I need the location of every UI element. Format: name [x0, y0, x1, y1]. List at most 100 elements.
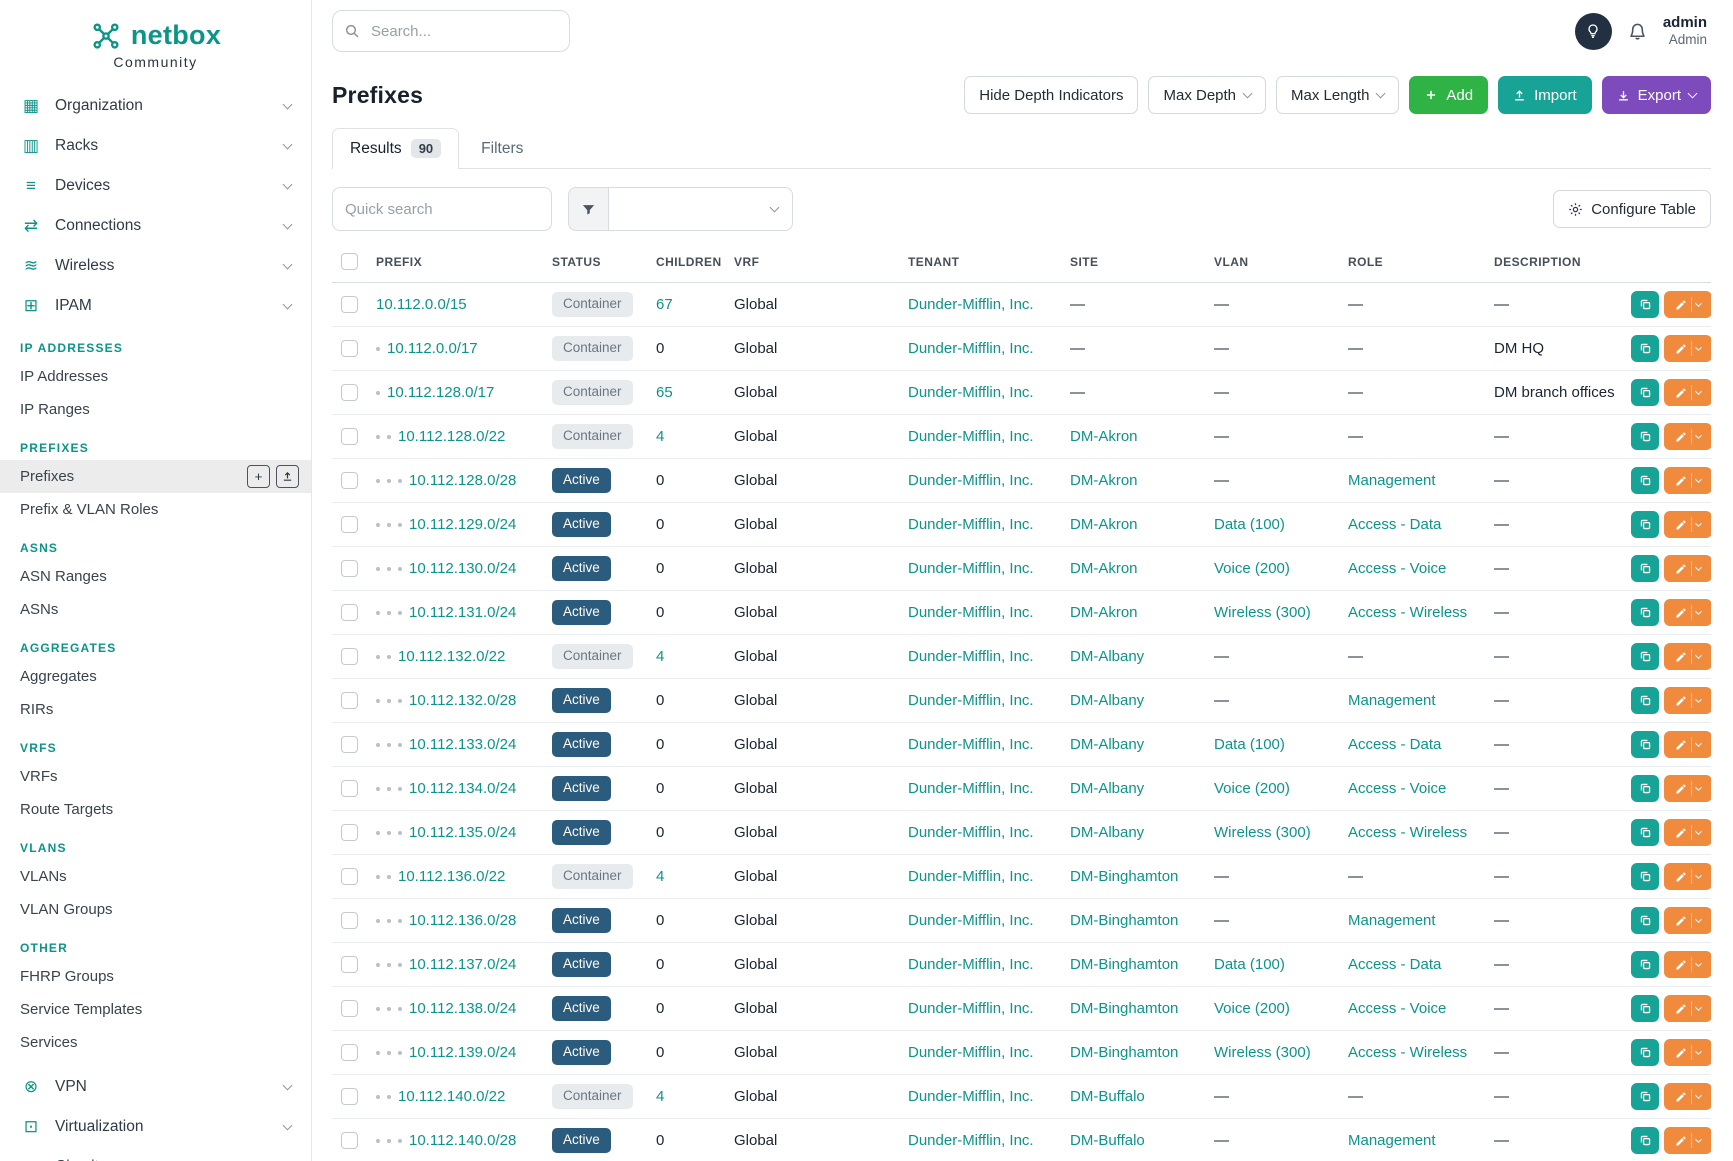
column-header-prefix[interactable]: PREFIX [372, 243, 548, 283]
children-count-link[interactable]: 65 [656, 384, 673, 401]
tenant-link[interactable]: Dunder-Mifflin, Inc. [908, 604, 1034, 621]
row-checkbox[interactable] [341, 692, 358, 709]
edit-button[interactable] [1664, 775, 1711, 802]
tab-filters[interactable]: Filters [463, 128, 541, 169]
sidebar-item-vrfs[interactable]: VRFs [0, 760, 311, 793]
sidebar-item-service-templates[interactable]: Service Templates [0, 993, 311, 1026]
tenant-link[interactable]: Dunder-Mifflin, Inc. [908, 1000, 1034, 1017]
role-link[interactable]: Access - Wireless [1348, 1044, 1467, 1061]
edit-button[interactable] [1664, 511, 1711, 538]
sidebar-item-route-targets[interactable]: Route Targets [0, 793, 311, 826]
children-count-link[interactable]: 4 [656, 428, 664, 445]
tenant-link[interactable]: Dunder-Mifflin, Inc. [908, 956, 1034, 973]
tenant-link[interactable]: Dunder-Mifflin, Inc. [908, 780, 1034, 797]
role-link[interactable]: Access - Voice [1348, 1000, 1446, 1017]
sidebar-item-vlans[interactable]: VLANs [0, 860, 311, 893]
clone-button[interactable] [1631, 511, 1659, 538]
site-link[interactable]: DM-Buffalo [1070, 1088, 1145, 1105]
tenant-link[interactable]: Dunder-Mifflin, Inc. [908, 296, 1034, 313]
site-link[interactable]: DM-Albany [1070, 780, 1144, 797]
tenant-link[interactable]: Dunder-Mifflin, Inc. [908, 868, 1034, 885]
site-link[interactable]: DM-Akron [1070, 604, 1138, 621]
theme-toggle-button[interactable] [1575, 13, 1612, 50]
row-checkbox[interactable] [341, 824, 358, 841]
tenant-link[interactable]: Dunder-Mifflin, Inc. [908, 560, 1034, 577]
edit-button[interactable] [1664, 687, 1711, 714]
role-link[interactable]: Access - Voice [1348, 780, 1446, 797]
row-checkbox[interactable] [341, 516, 358, 533]
prefix-link[interactable]: 10.112.139.0/24 [409, 1044, 516, 1061]
clone-button[interactable] [1631, 379, 1659, 406]
global-search-input[interactable] [332, 10, 570, 52]
clone-button[interactable] [1631, 643, 1659, 670]
row-checkbox[interactable] [341, 1000, 358, 1017]
row-checkbox[interactable] [341, 868, 358, 885]
sidebar-item-prefixes[interactable]: Prefixes+ [0, 460, 311, 493]
tenant-link[interactable]: Dunder-Mifflin, Inc. [908, 428, 1034, 445]
prefix-link[interactable]: 10.112.140.0/28 [409, 1132, 516, 1149]
row-checkbox[interactable] [341, 780, 358, 797]
tenant-link[interactable]: Dunder-Mifflin, Inc. [908, 736, 1034, 753]
clone-button[interactable] [1631, 819, 1659, 846]
add-prefix-quick-button[interactable]: + [247, 465, 270, 488]
prefix-link[interactable]: 10.112.137.0/24 [409, 956, 516, 973]
column-header-vrf[interactable]: VRF [730, 243, 904, 283]
edit-button[interactable] [1664, 643, 1711, 670]
clone-button[interactable] [1631, 995, 1659, 1022]
prefix-link[interactable]: 10.112.0.0/15 [376, 296, 467, 313]
brand[interactable]: netbox Community [0, 12, 311, 80]
edit-button[interactable] [1664, 951, 1711, 978]
prefix-link[interactable]: 10.112.0.0/17 [387, 340, 478, 357]
add-button[interactable]: Add [1409, 76, 1488, 114]
children-count-link[interactable]: 4 [656, 868, 664, 885]
tenant-link[interactable]: Dunder-Mifflin, Inc. [908, 824, 1034, 841]
prefix-link[interactable]: 10.112.136.0/22 [398, 868, 505, 885]
prefix-link[interactable]: 10.112.132.0/22 [398, 648, 505, 665]
row-checkbox[interactable] [341, 1044, 358, 1061]
prefix-link[interactable]: 10.112.133.0/24 [409, 736, 516, 753]
clone-button[interactable] [1631, 1127, 1659, 1154]
export-button[interactable]: Export [1602, 76, 1711, 114]
tenant-link[interactable]: Dunder-Mifflin, Inc. [908, 692, 1034, 709]
clone-button[interactable] [1631, 467, 1659, 494]
tenant-link[interactable]: Dunder-Mifflin, Inc. [908, 1044, 1034, 1061]
site-link[interactable]: DM-Albany [1070, 692, 1144, 709]
sidebar-item-racks[interactable]: ▥Racks [0, 126, 311, 166]
clone-button[interactable] [1631, 555, 1659, 582]
sidebar-item-fhrp-groups[interactable]: FHRP Groups [0, 960, 311, 993]
edit-button[interactable] [1664, 599, 1711, 626]
site-link[interactable]: DM-Buffalo [1070, 1132, 1145, 1149]
tenant-link[interactable]: Dunder-Mifflin, Inc. [908, 1132, 1034, 1149]
vlan-link[interactable]: Data (100) [1214, 736, 1285, 753]
sidebar-item-aggregates[interactable]: Aggregates [0, 660, 311, 693]
edit-button[interactable] [1664, 555, 1711, 582]
role-link[interactable]: Access - Wireless [1348, 604, 1467, 621]
column-header-status[interactable]: STATUS [548, 243, 652, 283]
clone-button[interactable] [1631, 1039, 1659, 1066]
row-checkbox[interactable] [341, 1088, 358, 1105]
site-link[interactable]: DM-Albany [1070, 824, 1144, 841]
vlan-link[interactable]: Wireless (300) [1214, 1044, 1311, 1061]
sidebar-item-circuits[interactable]: ⊙Circuits [0, 1147, 311, 1161]
vlan-link[interactable]: Data (100) [1214, 956, 1285, 973]
sidebar-item-vpn[interactable]: ⊗VPN [0, 1067, 311, 1107]
tab-results[interactable]: Results 90 [332, 128, 459, 169]
prefix-link[interactable]: 10.112.132.0/28 [409, 692, 516, 709]
clone-button[interactable] [1631, 907, 1659, 934]
row-checkbox[interactable] [341, 956, 358, 973]
prefix-link[interactable]: 10.112.128.0/17 [387, 384, 494, 401]
edit-button[interactable] [1664, 1039, 1711, 1066]
user-menu[interactable]: admin Admin [1663, 14, 1707, 48]
vlan-link[interactable]: Data (100) [1214, 516, 1285, 533]
tenant-link[interactable]: Dunder-Mifflin, Inc. [908, 384, 1034, 401]
vlan-link[interactable]: Voice (200) [1214, 1000, 1290, 1017]
row-checkbox[interactable] [341, 384, 358, 401]
sidebar-item-ipam[interactable]: ⊞IPAM [0, 286, 311, 326]
row-checkbox[interactable] [341, 604, 358, 621]
column-header-tenant[interactable]: TENANT [904, 243, 1066, 283]
edit-button[interactable] [1664, 1127, 1711, 1154]
edit-button[interactable] [1664, 819, 1711, 846]
sidebar-item-wireless[interactable]: ≋Wireless [0, 246, 311, 286]
site-link[interactable]: DM-Albany [1070, 736, 1144, 753]
sidebar-item-connections[interactable]: ⇄Connections [0, 206, 311, 246]
